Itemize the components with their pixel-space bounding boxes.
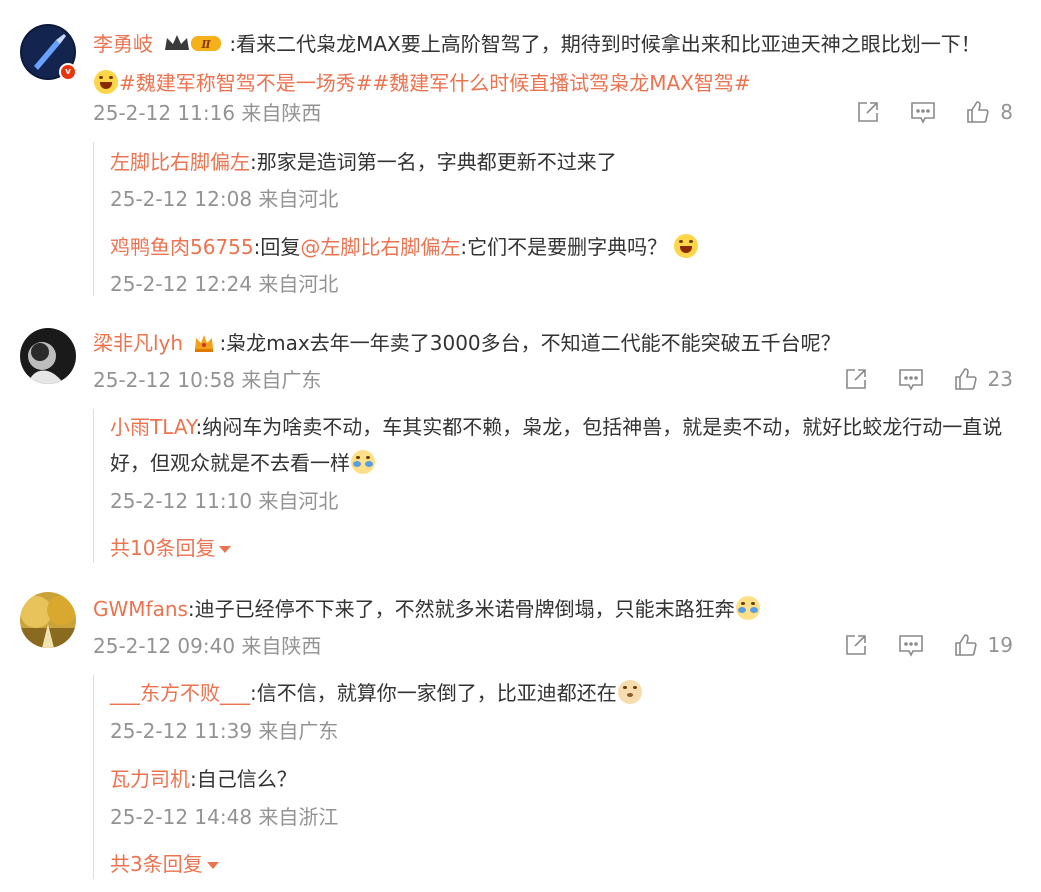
comment-actions: 23 [814, 367, 1013, 391]
reply-body: :纳闷车为啥卖不动，车其实都不赖，枭龙，包括神兽，就是卖不动，就好比蛟龙行动一直… [110, 415, 1003, 475]
like-count: 19 [987, 633, 1013, 657]
comment-username[interactable]: GWMfans [93, 597, 188, 621]
like-count: 23 [987, 367, 1013, 391]
reply-meta: 25-2-12 11:10 来自河北 [110, 489, 339, 513]
more-replies-label: 共3条回复 [110, 852, 203, 876]
comment-actions: 19 [814, 633, 1013, 657]
comment-text: GWMfans:迪子已经停不下来了，不然就多米诺骨牌倒塌，只能末路狂奔 [93, 591, 1013, 627]
reply-meta: 25-2-12 12:08 来自河北 [110, 187, 339, 211]
reply-body: :信不信，就算你一家倒了，比亚迪都还在 [250, 681, 617, 705]
comment-button[interactable] [910, 100, 936, 124]
share-button[interactable] [844, 367, 868, 391]
laugh-cry-emoji-icon [674, 234, 699, 258]
comment-text: 梁非凡lyh :枭龙max去年一年卖了3000多台，不知道二代能不能突破五千台呢… [93, 325, 1013, 364]
share-button[interactable] [856, 100, 880, 124]
reply-item: ___东方不败___:信不信，就算你一家倒了，比亚迪都还在 [110, 675, 1015, 711]
sob-emoji-icon [735, 596, 760, 620]
comment-actions: 8 [826, 100, 1013, 124]
grin-emoji-icon [94, 70, 118, 94]
avatar[interactable] [20, 592, 76, 648]
comment-text: 李勇岐 Ⅱ :看来二代枭龙MAX要上高阶智驾了，期待到时候拿出来和比亚迪天神之眼… [93, 26, 1013, 101]
share-icon [858, 102, 879, 122]
more-replies-link[interactable]: 共3条回复 [110, 851, 219, 877]
comment-icon [911, 102, 936, 124]
share-icon [845, 635, 866, 655]
reply-meta: 25-2-12 14:48 来自浙江 [110, 805, 339, 829]
more-replies-label: 共10条回复 [110, 536, 216, 560]
comment-body: :迪子已经停不下来了，不然就多米诺骨牌倒塌，只能末路狂奔 [187, 597, 735, 621]
reply-list: 小雨TLAY:纳闷车为啥卖不动，车其实都不赖，枭龙，包括神兽，就是卖不动，就好比… [93, 409, 1023, 563]
comment-icon [898, 635, 923, 657]
share-button[interactable] [844, 633, 868, 657]
doge-emoji-icon [617, 680, 642, 704]
comment-button[interactable] [898, 367, 924, 391]
reply-prefix: :回复 [253, 235, 301, 259]
share-icon [845, 369, 866, 389]
avatar[interactable] [20, 328, 76, 384]
reply-username[interactable]: 瓦力司机 [110, 767, 190, 791]
mention-link[interactable]: @左脚比右脚偏左 [300, 235, 460, 259]
member-level-label: Ⅱ [201, 38, 212, 51]
caret-down-icon [206, 861, 219, 869]
thumbs-up-icon [967, 101, 989, 123]
reply-username[interactable]: 鸡鸭鱼肉56755 [110, 235, 254, 259]
like-count: 8 [1000, 100, 1013, 124]
comment-body: :枭龙max去年一年卖了3000多台，不知道二代能不能突破五千台呢？ [219, 331, 841, 355]
reply-item: 瓦力司机:自己信么？ [110, 761, 1015, 797]
reply-username[interactable]: 小雨TLAY [110, 415, 196, 439]
more-replies-link[interactable]: 共10条回复 [110, 535, 232, 561]
comment-icon [898, 369, 923, 391]
caret-down-icon [219, 545, 232, 553]
reply-body: :它们不是要删字典吗？ [460, 235, 668, 259]
reply-body: :那家是造词第一名，字典都更新不过来了 [250, 150, 617, 174]
comment-meta: 25-2-12 11:16 来自陕西 [93, 101, 322, 125]
like-button[interactable]: 19 [954, 633, 1013, 657]
comment-body: :看来二代枭龙MAX要上高阶智驾了，期待到时候拿出来和比亚迪天神之眼比划一下！ [229, 32, 981, 56]
reply-meta: 25-2-12 11:39 来自广东 [110, 719, 339, 743]
comment-username[interactable]: 李勇岐 [93, 32, 153, 56]
like-button[interactable]: 8 [966, 100, 1013, 124]
crown-icon[interactable] [193, 328, 215, 364]
comment-meta: 25-2-12 09:40 来自陕西 [93, 634, 322, 658]
comment-username[interactable]: 梁非凡lyh [93, 331, 183, 355]
comment-meta: 25-2-12 10:58 来自广东 [93, 368, 322, 392]
thumbs-up-icon [954, 368, 977, 390]
thumbs-up-icon [954, 634, 977, 656]
verified-icon: v [59, 63, 77, 81]
reply-item: 小雨TLAY:纳闷车为啥卖不动，车其实都不赖，枭龙，包括神兽，就是卖不动，就好比… [110, 409, 1015, 481]
reply-list: ___东方不败___:信不信，就算你一家倒了，比亚迪都还在 25-2-12 11… [93, 675, 1023, 879]
reply-body: :自己信么？ [190, 767, 297, 791]
reply-list: 左脚比右脚偏左:那家是造词第一名，字典都更新不过来了 25-2-12 12:08… [93, 142, 1023, 296]
sob-emoji-icon [351, 450, 375, 474]
reply-username[interactable]: 左脚比右脚偏左 [110, 150, 250, 174]
reply-item: 左脚比右脚偏左:那家是造词第一名，字典都更新不过来了 [110, 144, 1015, 180]
reply-item: 鸡鸭鱼肉56755:回复@左脚比右脚偏左:它们不是要删字典吗？ [110, 229, 1015, 265]
reply-username[interactable]: ___东方不败___ [110, 681, 250, 705]
topic-link[interactable]: #魏建军称智驾不是一场秀##魏建军什么时候直播试驾枭龙MAX智驾# [119, 71, 751, 95]
like-button[interactable]: 23 [954, 367, 1013, 391]
comment-button[interactable] [898, 633, 924, 657]
member-level-icon[interactable]: Ⅱ [163, 29, 225, 65]
reply-meta: 25-2-12 12:24 来自河北 [110, 272, 339, 296]
